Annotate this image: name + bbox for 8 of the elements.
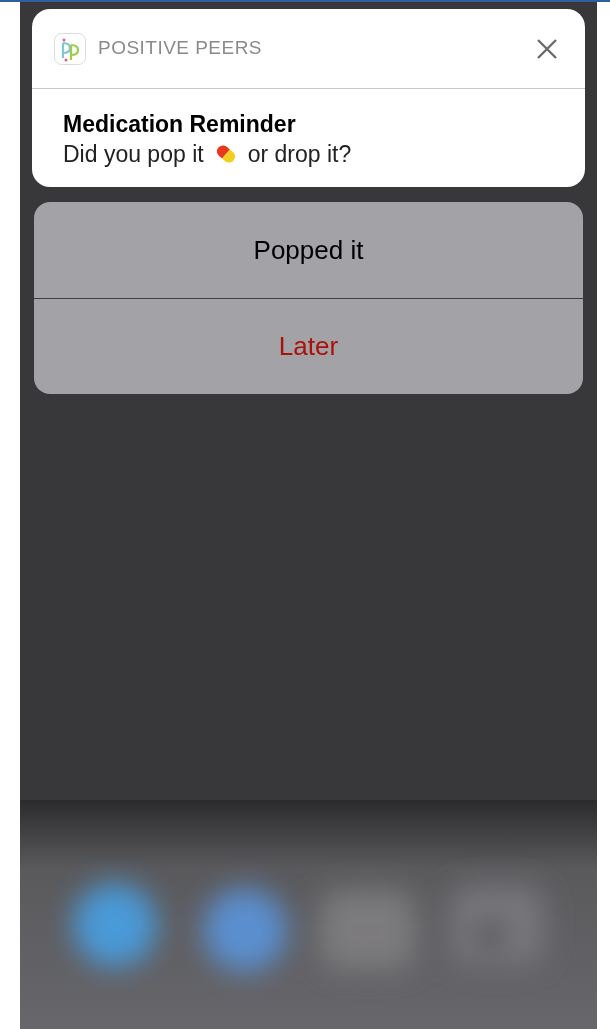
notification-card[interactable]: POSITIVE PEERS Medication Reminder Did you pop it or drop it?: [32, 9, 585, 187]
notification-title: Medication Reminder: [63, 110, 297, 139]
action-button[interactable]: Popped it: [34, 202, 583, 298]
app-logo-icon: [54, 32, 86, 65]
notification-body: Did you pop it: [63, 140, 204, 169]
close-icon: [536, 37, 558, 60]
notification-body: or drop it?: [247, 140, 352, 169]
app-name: POSITIVE PEERS: [98, 36, 262, 61]
